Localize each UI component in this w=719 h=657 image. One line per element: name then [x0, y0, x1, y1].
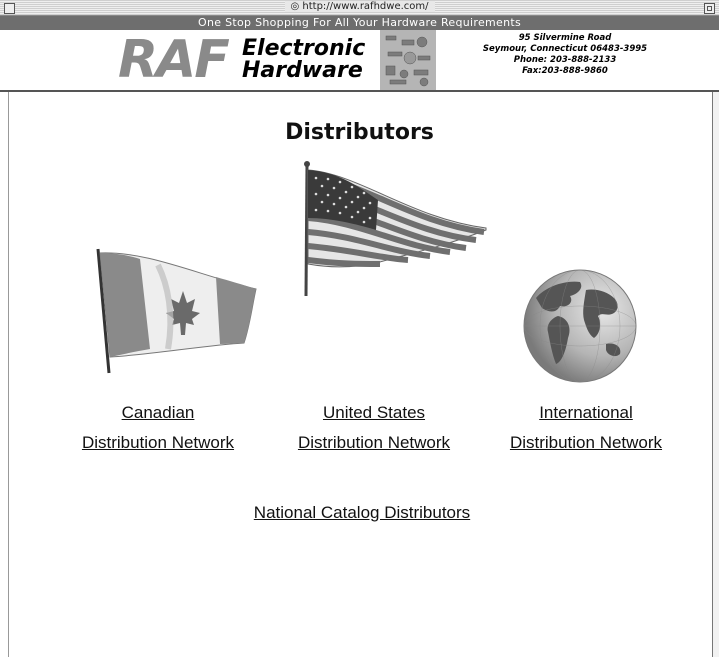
- site-header: RAF Electronic Hardware 95 Silvermine Ro…: [0, 30, 719, 92]
- intl-link-line2[interactable]: Distribution Network: [486, 428, 686, 458]
- company-name-line2: Hardware: [242, 58, 363, 83]
- vertical-scrollbar[interactable]: [712, 92, 719, 657]
- frame-border: [8, 92, 9, 657]
- close-window-button[interactable]: [4, 3, 15, 14]
- international-link[interactable]: International Distribution Network: [486, 398, 686, 458]
- company-name-line1: Electronic: [242, 36, 366, 61]
- company-name: Electronic Hardware: [242, 38, 365, 82]
- intl-link-line1[interactable]: International: [486, 398, 686, 428]
- url-text: http://www.rafhdwe.com/: [302, 1, 429, 12]
- address-fax: Fax:203-888-9860: [522, 66, 608, 76]
- national-catalog-link[interactable]: National Catalog Distributors: [212, 498, 512, 528]
- canadian-link-line1[interactable]: Canadian: [58, 398, 258, 428]
- us-link-line1[interactable]: United States: [274, 398, 474, 428]
- browser-title-bar: ◎ http://www.rafhdwe.com/: [0, 0, 719, 16]
- address-city: Seymour, Connecticut 06483-3995: [482, 44, 648, 54]
- address-phone: Phone: 203-888-2133: [513, 55, 617, 65]
- globe-icon[interactable]: [522, 268, 640, 384]
- canadian-link-line2[interactable]: Distribution Network: [58, 428, 258, 458]
- canadian-link[interactable]: Canadian Distribution Network: [58, 398, 258, 458]
- hardware-photo: [380, 30, 436, 90]
- tagline-bar: One Stop Shopping For All Your Hardware …: [0, 16, 719, 30]
- us-link-line2[interactable]: Distribution Network: [274, 428, 474, 458]
- address-street: 95 Silvermine Road: [518, 33, 612, 43]
- zoom-window-button[interactable]: [704, 3, 715, 14]
- raf-logo: RAF: [118, 30, 230, 90]
- page-title: Distributors: [285, 120, 434, 145]
- united-states-link[interactable]: United States Distribution Network: [274, 398, 474, 458]
- usa-flag-icon[interactable]: [300, 160, 492, 300]
- canada-flag-icon[interactable]: [88, 245, 260, 377]
- url-title: ◎ http://www.rafhdwe.com/: [284, 1, 435, 12]
- company-address: 95 Silvermine Road Seymour, Connecticut …: [450, 33, 680, 77]
